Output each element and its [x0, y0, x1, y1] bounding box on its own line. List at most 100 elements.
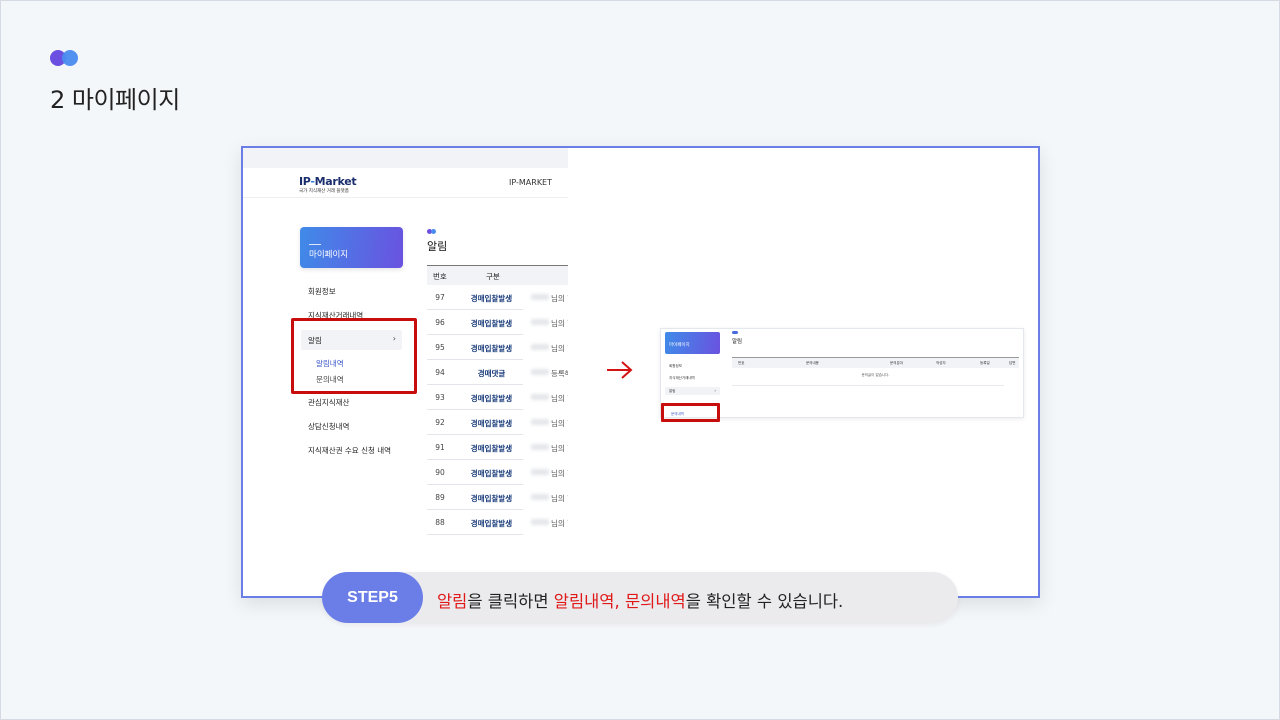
row-type[interactable]: 경매입찰발생 — [460, 518, 523, 529]
thumb-col-no: 번호 — [738, 361, 745, 365]
mypage-card-label: 마이페이지 — [309, 250, 349, 260]
table-body: 97경매입찰발생님의 ?96경매입찰발생님의 ?95경매입찰발생님의 ?94경매… — [427, 285, 568, 535]
mypage-screenshot: IP-Market 국가 지식재산 거래 플랫폼 IP-MARKET 마이페이지… — [243, 148, 568, 596]
row-blurred-name — [531, 519, 549, 525]
sidebar-item-demand[interactable]: 지식재산권 수요 신청 내역 — [308, 445, 391, 456]
row-blurred-name — [531, 469, 549, 475]
row-type[interactable]: 경매댓글 — [460, 368, 523, 379]
row-message-fragment: 님의 ? — [551, 344, 568, 353]
row-number: 91 — [435, 443, 445, 452]
row-number: 97 — [435, 293, 445, 302]
thumb-mypage-label: 마이페이지 — [669, 343, 690, 348]
thumb-menu-alarm[interactable]: 알림 › — [665, 387, 720, 395]
table-row[interactable]: 91 경매입찰발생 님의 ? — [427, 435, 568, 460]
thumb-divider — [732, 385, 1004, 386]
thumb-col-date: 등록일 — [980, 361, 990, 365]
table-row[interactable]: 88 경매입찰발생 님의 ? — [427, 510, 568, 535]
sidebar-item-interest[interactable]: 관심지식재산 — [308, 397, 349, 408]
title-dots-icon — [427, 229, 436, 234]
row-number: 92 — [435, 418, 445, 427]
row-number: 96 — [435, 318, 445, 327]
row-type[interactable]: 경매입찰발생 — [460, 443, 523, 454]
brand-dots-icon — [50, 50, 80, 66]
column-header-type: 구분 — [486, 272, 500, 281]
row-type[interactable]: 경매입찰발생 — [460, 393, 523, 404]
alarm-table: 번호 구분 97경매입찰발생님의 ?96경매입찰발생님의 ?95경매입찰발생님의… — [427, 265, 568, 535]
row-message-fragment: 등록해 — [551, 369, 568, 378]
row-type[interactable]: 경매입찰발생 — [460, 343, 523, 354]
thumb-table-header: 번호 문의내용 문의분야 작성자 등록일 답변 — [732, 357, 1019, 368]
table-row[interactable]: 97 경매입찰발생 님의 ? — [427, 285, 568, 310]
row-blurred-name — [531, 344, 549, 350]
sidebar-item-consult[interactable]: 상담신청내역 — [308, 421, 349, 432]
table-row[interactable]: 92 경매입찰발생 님의 ? — [427, 410, 568, 435]
page-title: 2 마이페이지 — [50, 86, 180, 114]
row-message-fragment: 님의 ? — [551, 494, 568, 503]
row-message-fragment: 님의 ? — [551, 444, 568, 453]
card-accent-bar — [309, 244, 321, 245]
row-divider — [427, 534, 523, 535]
thumb-menu-member[interactable]: 회원정보 — [669, 364, 682, 369]
row-message-fragment: 님의 ? — [551, 294, 568, 303]
thumb-menu-trade[interactable]: 지식재산거래내역 — [669, 376, 695, 381]
thumb-menu-alarm-label: 알림 — [669, 389, 676, 393]
header-site-link[interactable]: IP-MARKET — [509, 178, 552, 187]
logo-market: Market — [314, 175, 357, 188]
thumb-empty-message: 문의글이 없습니다. — [861, 373, 890, 377]
ip-market-logo[interactable]: IP-Market 국가 지식재산 거래 플랫폼 — [299, 175, 357, 194]
table-header: 번호 구분 — [427, 265, 568, 285]
thumb-col-content: 문의내용 — [806, 361, 819, 365]
step-text-alarm: 알림 — [437, 592, 468, 611]
row-number: 89 — [435, 493, 445, 502]
thumb-col-answer: 답변 — [1009, 361, 1016, 365]
thumb-chevron-right-icon: › — [714, 388, 716, 393]
step-text-lists: 알림내역, 문의내역 — [553, 592, 686, 611]
step-description: 알림을 클릭하면 알림내역, 문의내역을 확인할 수 있습니다. — [437, 588, 843, 612]
row-type[interactable]: 경매입찰발생 — [460, 493, 523, 504]
logo-ip: IP — [299, 175, 311, 188]
row-blurred-name — [531, 419, 549, 425]
thumb-mypage-card: 마이페이지 — [665, 332, 720, 354]
step-text-middle: 을 클릭하면 — [467, 592, 554, 611]
row-blurred-name — [531, 369, 549, 375]
row-type[interactable]: 경매입찰발생 — [460, 293, 523, 304]
row-type[interactable]: 경매입찰발생 — [460, 418, 523, 429]
sidebar-item-member[interactable]: 회원정보 — [308, 286, 336, 297]
row-number: 93 — [435, 393, 445, 402]
thumb-col-field: 문의분야 — [890, 361, 903, 365]
row-number: 94 — [435, 368, 445, 377]
browser-top-strip — [243, 148, 568, 168]
row-message-fragment: 님의 ? — [551, 319, 568, 328]
row-blurred-name — [531, 319, 549, 325]
step-caption-bar: STEP5 알림을 클릭하면 알림내역, 문의내역을 확인할 수 있습니다. — [322, 572, 958, 623]
row-type[interactable]: 경매입찰발생 — [460, 468, 523, 479]
right-arrow-icon — [607, 361, 633, 379]
row-message-fragment: 님의 ? — [551, 469, 568, 478]
table-row[interactable]: 93 경매입찰발생 님의 ? — [427, 385, 568, 410]
table-row[interactable]: 89 경매입찰발생 님의 ? — [427, 485, 568, 510]
highlight-box-inquiry — [661, 403, 720, 422]
table-row[interactable]: 96 경매입찰발생 님의 ? — [427, 310, 568, 335]
table-row[interactable]: 94 경매댓글 등록해 — [427, 360, 568, 385]
table-row[interactable]: 95 경매입찰발생 님의 ? — [427, 335, 568, 360]
row-type[interactable]: 경매입찰발생 — [460, 318, 523, 329]
row-number: 95 — [435, 343, 445, 352]
thumb-title-dots-icon — [732, 331, 738, 334]
table-row[interactable]: 90 경매입찰발생 님의 ? — [427, 460, 568, 485]
row-blurred-name — [531, 294, 549, 300]
row-number: 90 — [435, 468, 445, 477]
row-number: 88 — [435, 518, 445, 527]
row-blurred-name — [531, 394, 549, 400]
row-message-fragment: 님의 ? — [551, 394, 568, 403]
highlight-box-alarm-menu — [291, 318, 417, 394]
thumb-col-writer: 작성자 — [936, 361, 946, 365]
mypage-card: 마이페이지 — [300, 227, 403, 268]
row-message-fragment: 님의 ? — [551, 519, 568, 528]
row-message-fragment: 님의 ? — [551, 419, 568, 428]
step-text-end: 을 확인할 수 있습니다. — [685, 592, 844, 611]
step-badge: STEP5 — [322, 572, 423, 623]
alarm-list-title: 알림 — [427, 240, 448, 253]
inquiry-page-thumbnail: 마이페이지 회원정보 지식재산거래내역 알림 › 문의내역 알림 번호 문의내용 … — [660, 328, 1024, 422]
logo-text: IP-Market — [299, 175, 357, 188]
row-blurred-name — [531, 494, 549, 500]
